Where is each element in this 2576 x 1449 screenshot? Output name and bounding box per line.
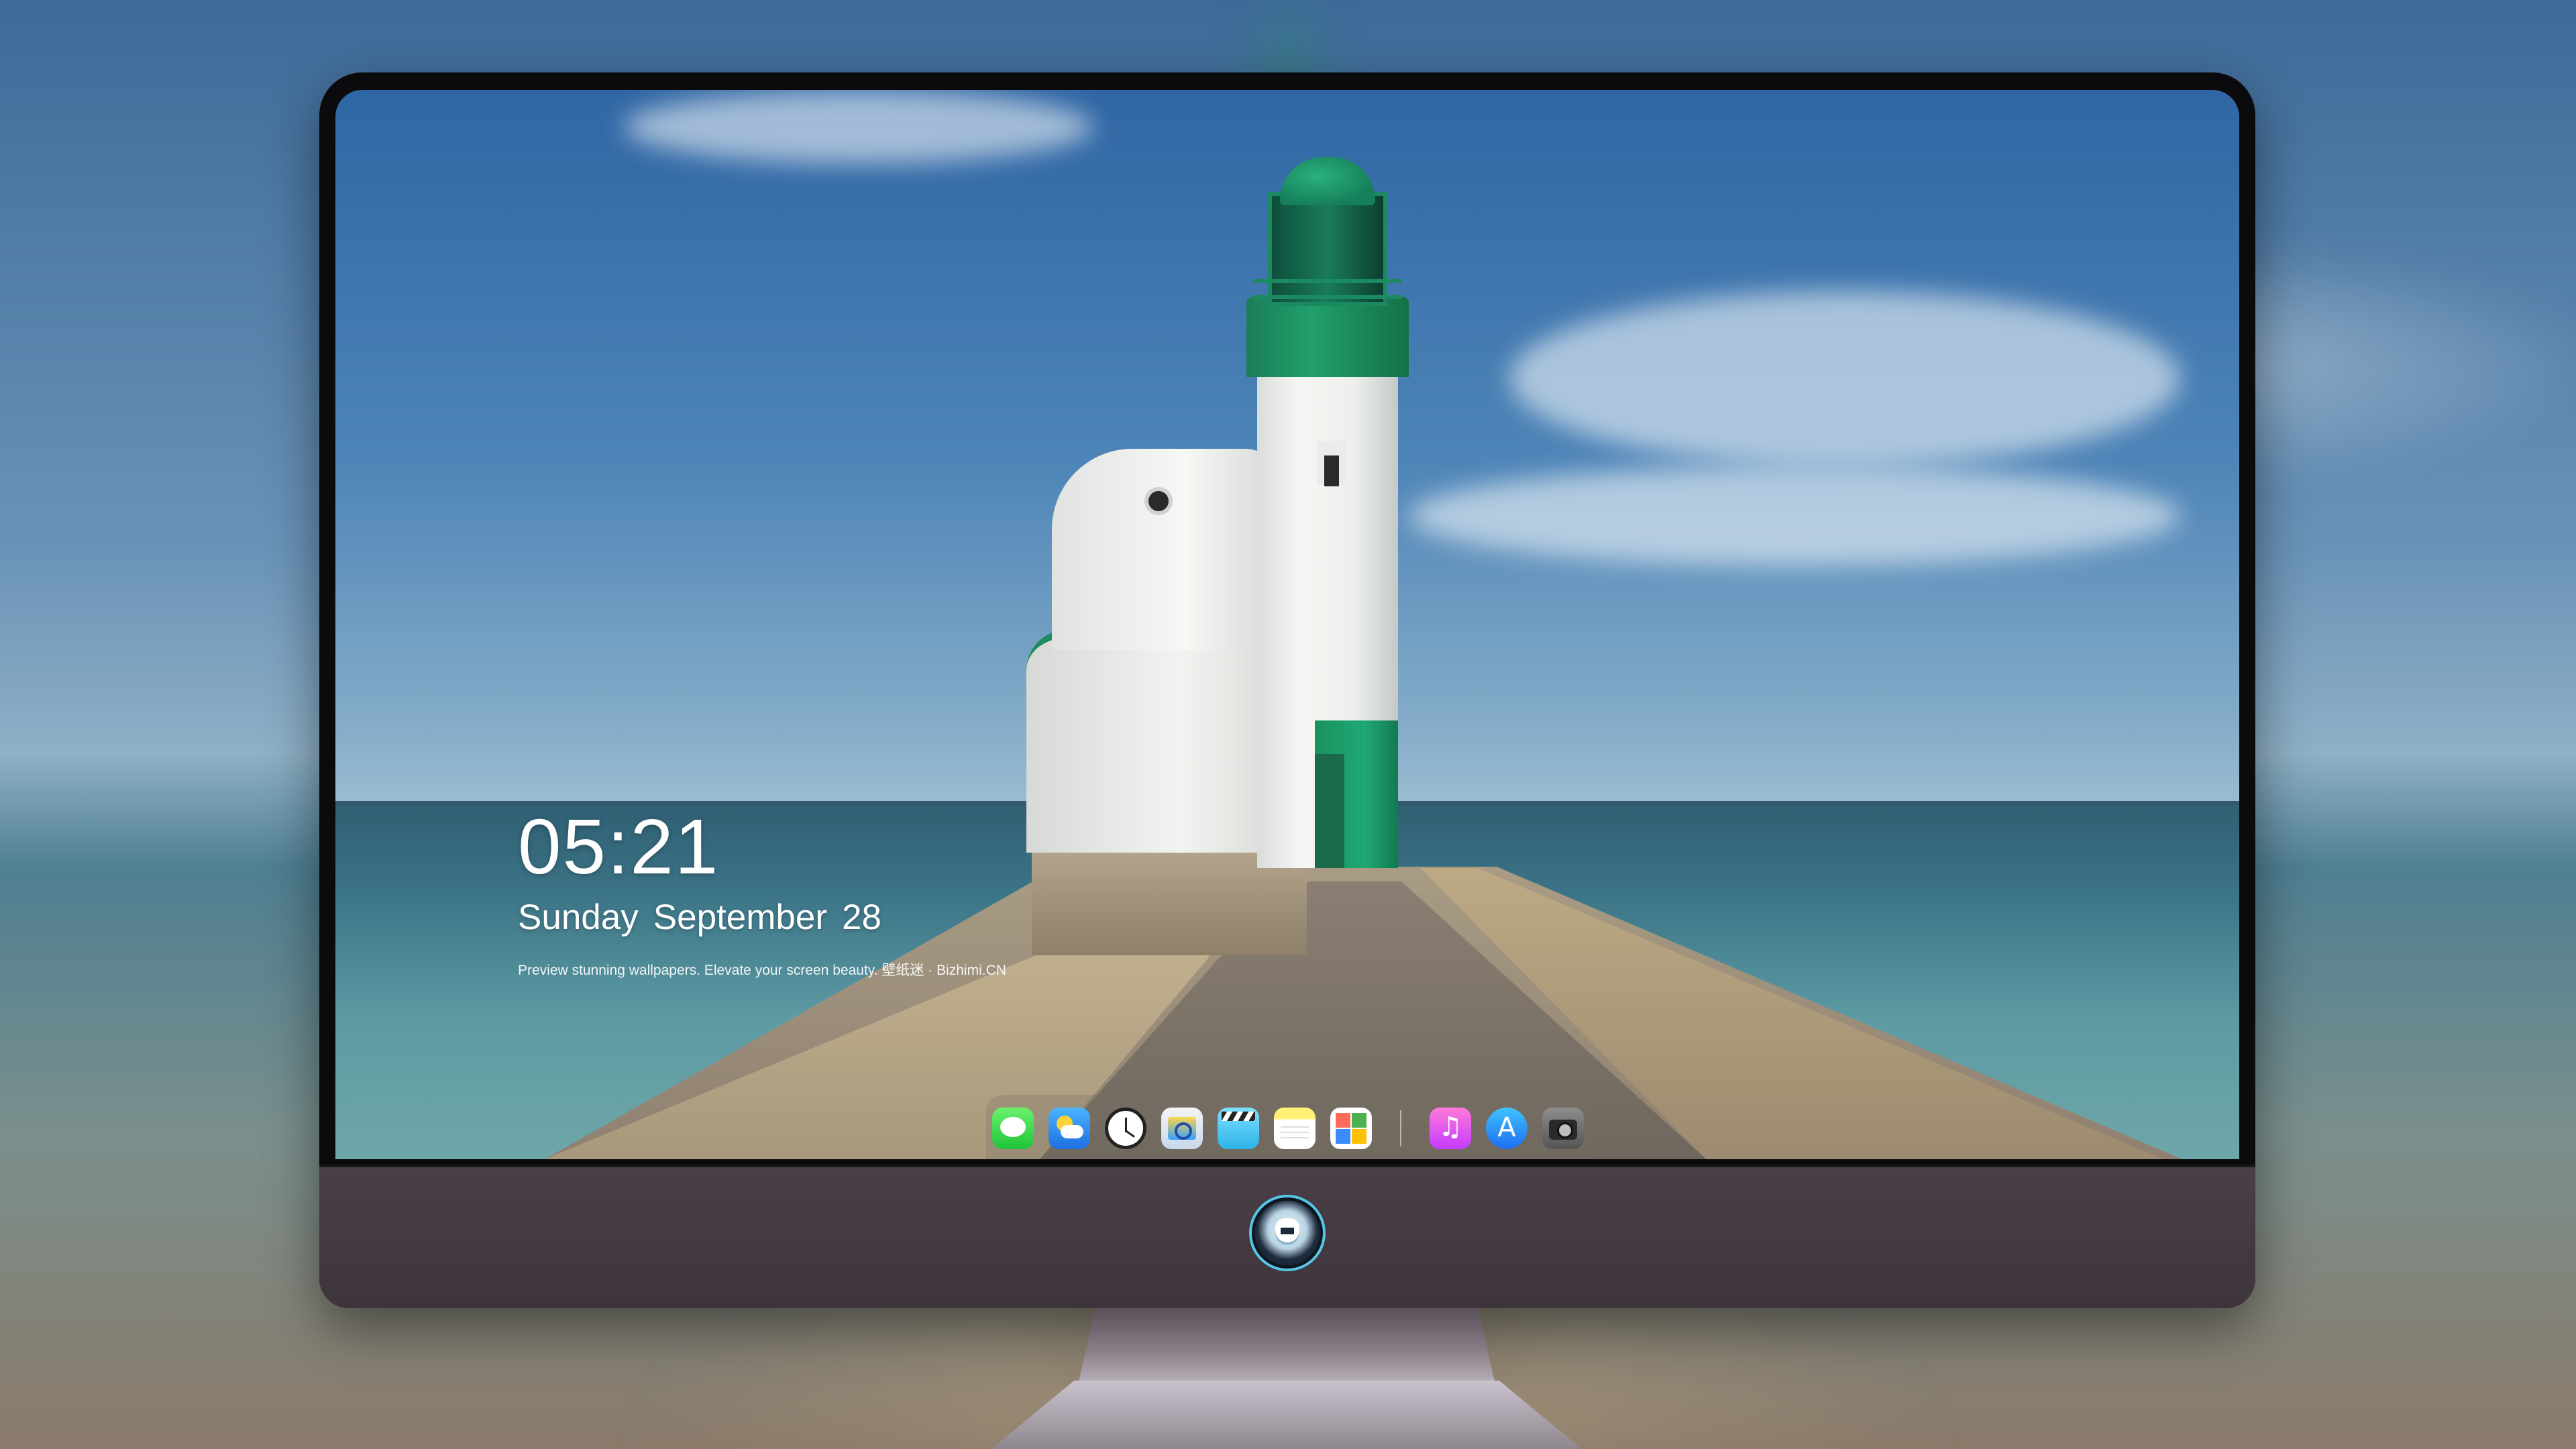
preview-icon[interactable] — [1161, 1108, 1203, 1149]
dock-separator — [1400, 1110, 1401, 1146]
weather-icon[interactable] — [1049, 1108, 1090, 1149]
wallpaper-annex-upper — [1052, 449, 1273, 650]
wallpaper-lighthouse-top-band — [1246, 297, 1409, 377]
clock-icon[interactable] — [1105, 1108, 1146, 1149]
monitor: 05:21 Sunday September 28 Preview stunning… — [319, 72, 2255, 1308]
music-icon[interactable] — [1430, 1108, 1471, 1149]
notes-icon[interactable] — [1274, 1108, 1316, 1149]
wallpaper-cloud — [624, 90, 1093, 164]
dock — [986, 1095, 1590, 1159]
wallpaper-tagline: Preview stunning wallpapers. Elevate you… — [518, 962, 1006, 978]
messages-icon[interactable] — [992, 1108, 1034, 1149]
lock-date-weekday: Sunday — [518, 898, 639, 937]
photos-icon[interactable] — [1330, 1108, 1372, 1149]
lock-date: Sunday September 28 — [518, 896, 1006, 939]
lock-date-month: September — [653, 898, 828, 937]
camera-icon[interactable] — [1542, 1108, 1584, 1149]
wallpaper-lighthouse-gallery — [1253, 279, 1402, 299]
lock-date-day: 28 — [842, 898, 881, 937]
wallpaper-cloud — [1409, 466, 2180, 566]
wallpaper-cloud — [1509, 291, 2180, 466]
monitor-stand-neck — [1079, 1308, 1495, 1382]
monitor-stand-base — [991, 1381, 1582, 1449]
monitor-chin — [319, 1165, 2255, 1308]
wallpaper-porthole — [1144, 487, 1173, 515]
mascot-logo-icon — [1255, 1201, 1320, 1265]
app-store-icon[interactable] — [1486, 1108, 1527, 1149]
lock-screen-info: 05:21 Sunday September 28 Preview stunning… — [518, 808, 1006, 979]
wallpaper-lighthouse-window — [1324, 455, 1339, 486]
lock-clock: 05:21 — [518, 803, 720, 890]
wallpaper-lighthouse-door — [1315, 754, 1344, 868]
lock-screen[interactable]: 05:21 Sunday September 28 Preview stunning… — [335, 90, 2239, 1159]
wallpaper-lighthouse-dome — [1280, 157, 1375, 205]
clips-icon[interactable] — [1218, 1108, 1259, 1149]
